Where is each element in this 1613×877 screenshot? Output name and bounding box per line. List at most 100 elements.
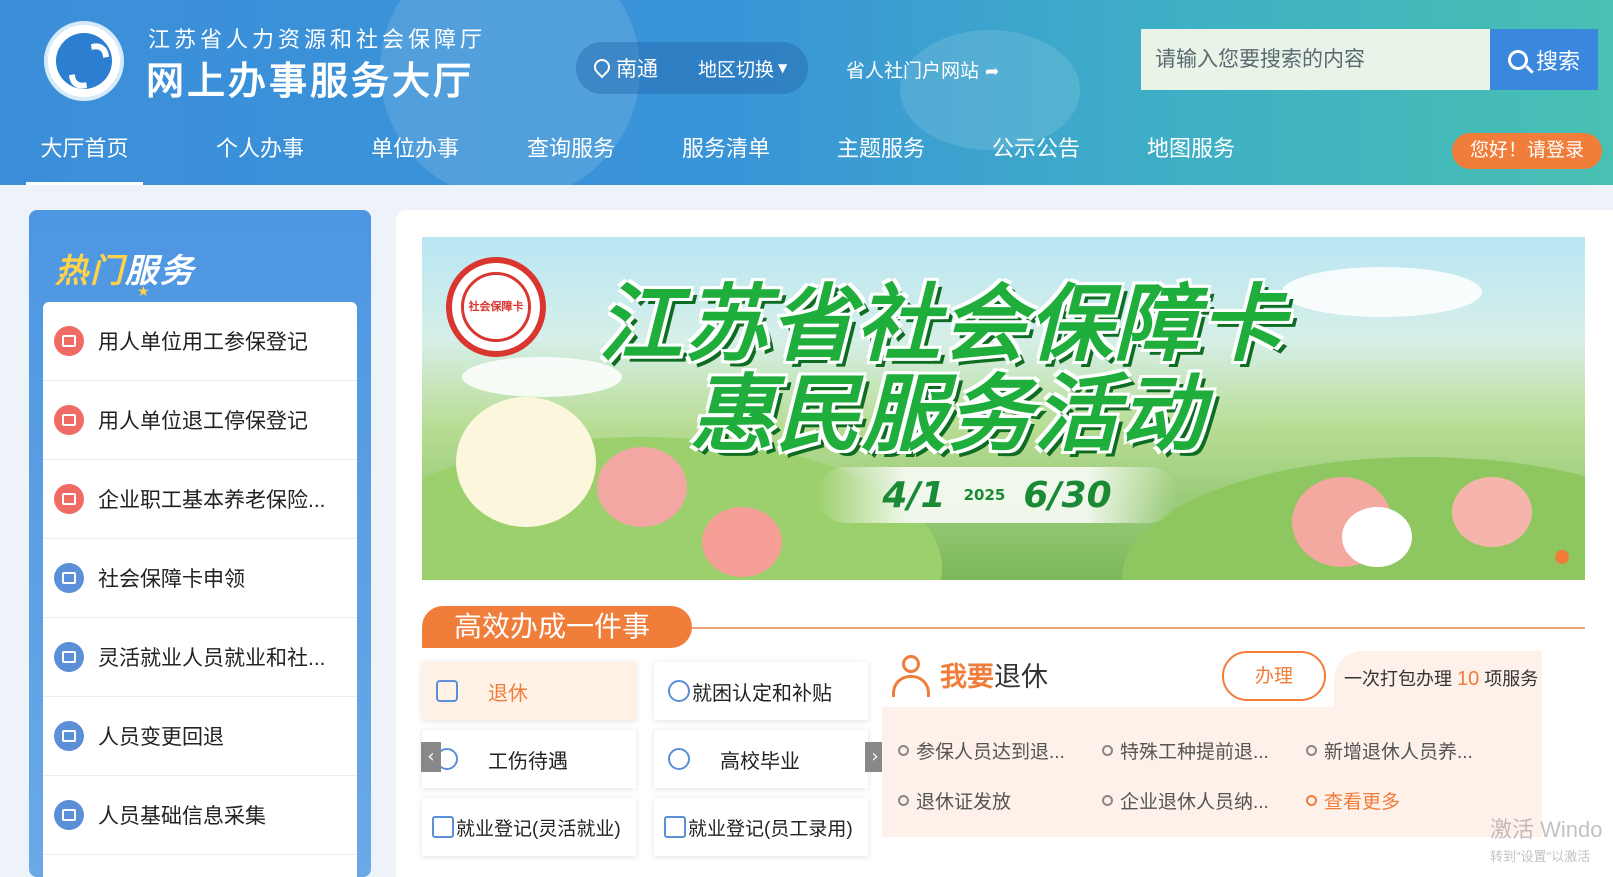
retire-service-link[interactable]: 企业退休人员纳...	[1102, 787, 1269, 814]
matter-label: 就困认定和补贴	[692, 682, 832, 705]
location-pin-icon	[594, 59, 608, 77]
hot-service-item[interactable]: 灵活就业人员就业和社...	[43, 618, 357, 697]
matter-label: 就业登记(灵活就业)	[456, 818, 621, 840]
prev-arrow-button[interactable]: ‹	[421, 742, 441, 772]
stop-insurance-icon	[54, 405, 84, 435]
hot-service-label: 社会保障卡申领	[98, 568, 245, 591]
change-rollback-icon	[54, 721, 84, 751]
promo-banner[interactable]: 社会保障卡 江苏省社会保障卡 惠民服务活动 4/1 2025 6/30	[422, 237, 1585, 580]
watermark-line2: 转到"设置"以激活	[1490, 849, 1591, 864]
one-thing-section-header: 高效办成一件事	[422, 606, 1585, 648]
retire-title-rest: 退休	[994, 662, 1048, 692]
package-tip: 一次打包办理 10 项服务	[1334, 651, 1542, 707]
service-title-part: 服务	[125, 251, 195, 290]
hot-service-label: 用人单位用工参保登记	[98, 331, 308, 354]
hot-service-item[interactable]: 人员基础信息采集	[43, 776, 357, 855]
hot-service-item[interactable]: 用人单位退工停保登记	[43, 381, 357, 460]
retire-icon	[436, 680, 458, 702]
matter-work-injury[interactable]: 工伤待遇	[422, 730, 636, 788]
view-more-link[interactable]: 查看更多	[1306, 787, 1400, 814]
white-flower-decoration	[1342, 507, 1412, 567]
cloud-decoration	[1282, 267, 1482, 317]
pink-flower-decoration	[597, 447, 687, 527]
date-year: 2025	[963, 486, 1006, 504]
ministry-logo[interactable]	[44, 21, 124, 101]
edit-form-icon	[664, 816, 686, 838]
white-flower-decoration	[456, 397, 596, 527]
hot-service-label: 企业职工基本养老保险...	[98, 489, 326, 512]
matter-label: 退休	[488, 682, 528, 705]
section-title: 高效办成一件事	[422, 606, 692, 648]
edit-form-icon	[432, 816, 454, 838]
matter-retire[interactable]: 退休	[422, 662, 636, 720]
current-city: 南通	[616, 57, 658, 81]
matter-grid: 退休 就困认定和补贴 工伤待遇 高校毕业 就业登记(灵活就业) 就业登记(员工录…	[421, 662, 885, 877]
search-input[interactable]	[1141, 29, 1490, 90]
windows-activation-watermark: 激活 Windo 转到"设置"以激活	[1490, 812, 1602, 865]
info-collect-icon	[54, 800, 84, 830]
hot-service-item[interactable]: 社会保障卡申领	[43, 539, 357, 618]
hot-service-item[interactable]: 人员变更回退	[43, 697, 357, 776]
matter-hardship[interactable]: 就困认定和补贴	[654, 662, 868, 720]
nav-item-organization[interactable]: 单位办事	[355, 125, 475, 185]
hall-name: 网上办事服务大厅	[146, 61, 475, 103]
hot-service-label: 人员基础信息采集	[98, 805, 266, 828]
nav-item-personal[interactable]: 个人办事	[200, 125, 320, 185]
nav-item-service-list[interactable]: 服务清单	[666, 125, 786, 185]
login-button[interactable]: 您好！请登录	[1452, 133, 1602, 169]
pension-icon	[54, 484, 84, 514]
nav-item-home[interactable]: 大厅首页	[26, 125, 143, 185]
matter-employee-hiring[interactable]: 就业登记(员工录用)	[654, 798, 868, 856]
hot-service-label: 灵活就业人员就业和社...	[98, 647, 326, 670]
hot-service-label: 人员变更回退	[98, 726, 224, 749]
retire-title: 我要退休	[940, 655, 1048, 694]
search-button-label: 搜索	[1535, 48, 1580, 74]
matter-label: 就业登记(员工录用)	[688, 818, 853, 840]
nav-item-theme[interactable]: 主题服务	[821, 125, 941, 185]
retire-service-link[interactable]: 参保人员达到退...	[898, 737, 1065, 764]
retire-title-bold: 我要	[940, 662, 994, 692]
main-content: 社会保障卡 江苏省社会保障卡 惠民服务活动 4/1 2025 6/30 高效办成…	[396, 210, 1613, 877]
insurance-register-icon	[54, 326, 84, 356]
carousel-dot[interactable]	[1555, 550, 1569, 564]
social-security-card-badge: 社会保障卡	[446, 257, 546, 357]
region-selector[interactable]: 南通 地区切换 ▼	[576, 42, 808, 94]
retiree-icon	[890, 655, 930, 699]
badge-text: 社会保障卡	[461, 272, 531, 342]
hot-services-title: 热门服务 ★	[55, 244, 195, 300]
subsidy-icon	[668, 680, 690, 702]
nav-item-map[interactable]: 地图服务	[1131, 125, 1251, 185]
pink-flower-decoration	[1452, 477, 1532, 547]
search-button[interactable]: 搜索	[1490, 29, 1598, 90]
handle-button[interactable]: 办理	[1222, 651, 1326, 701]
portal-link[interactable]: 省人社门户网站 ➦	[846, 56, 999, 83]
site-header: 江苏省人力资源和社会保障厅 网上办事服务大厅 南通 地区切换 ▼ 省人社门户网站…	[0, 0, 1613, 185]
banner-title: 江苏省社会保障卡	[598, 277, 1287, 371]
banner-dates: 4/1 2025 6/30	[817, 467, 1177, 523]
flexible-employment-icon	[54, 642, 84, 672]
hot-service-item[interactable]: 用人单位用工参保登记	[43, 302, 357, 381]
region-switch-label[interactable]: 地区切换	[698, 55, 774, 82]
matter-flexible-employment[interactable]: 就业登记(灵活就业)	[422, 798, 636, 856]
hot-services-panel: 热门服务 ★ 用人单位用工参保登记 用人单位退工停保登记 企业职工基本养老保险.…	[29, 210, 371, 877]
date-end: 6/30	[1023, 474, 1112, 516]
nav-item-query[interactable]: 查询服务	[511, 125, 631, 185]
card-apply-icon	[54, 563, 84, 593]
retire-header: 我要退休 办理 一次打包办理 10 项服务	[882, 645, 1542, 707]
hot-service-label: 用人单位退工停保登记	[98, 410, 308, 433]
banner-subtitle: 惠民服务活动	[690, 367, 1207, 461]
pink-flower-decoration	[702, 507, 782, 577]
matter-graduate[interactable]: 高校毕业	[654, 730, 868, 788]
retire-service-link[interactable]: 特殊工种提前退...	[1102, 737, 1269, 764]
pack-count: 10	[1457, 668, 1480, 690]
nav-item-announcement[interactable]: 公示公告	[976, 125, 1096, 185]
section-divider	[622, 627, 1585, 629]
main-nav: 大厅首页 个人办事 单位办事 查询服务 服务清单 主题服务 公示公告 地图服务	[0, 125, 1613, 185]
matter-label: 工伤待遇	[488, 750, 568, 773]
star-icon: ★	[137, 284, 152, 300]
hot-service-item[interactable]: 企业职工基本养老保险...	[43, 460, 357, 539]
search-icon	[1507, 49, 1528, 70]
retire-service-link[interactable]: 退休证发放	[898, 787, 1011, 814]
retire-service-link[interactable]: 新增退休人员养...	[1306, 737, 1473, 764]
hot-title-part: 热门	[55, 251, 125, 290]
